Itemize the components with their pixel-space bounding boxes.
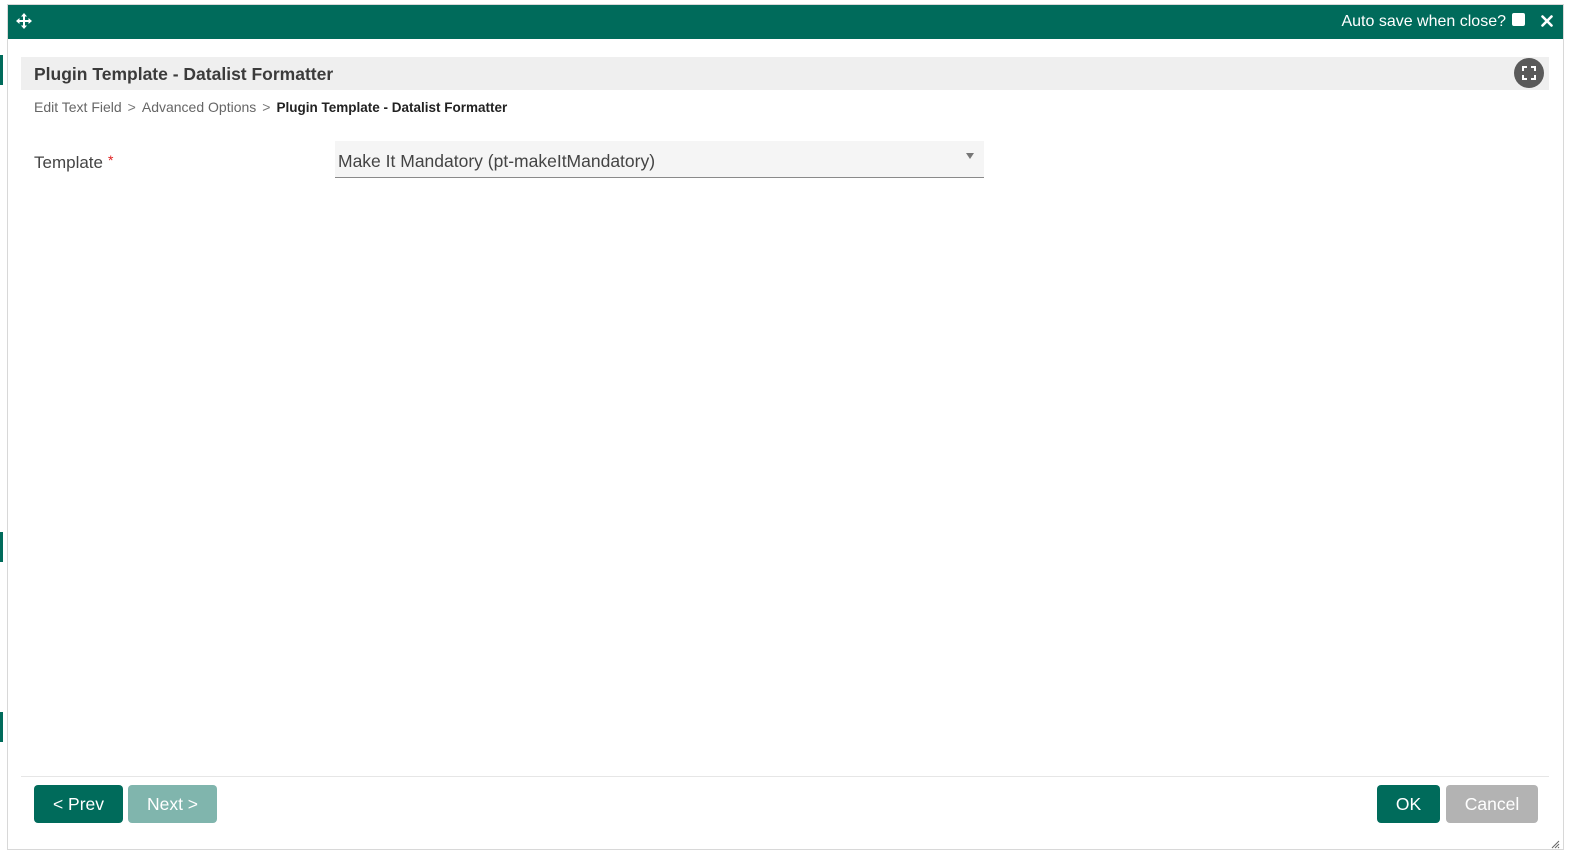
move-icon[interactable] xyxy=(15,12,33,30)
next-button[interactable]: Next > xyxy=(128,785,217,823)
template-select[interactable]: Make It Mandatory (pt-makeItMandatory) xyxy=(335,141,984,178)
cancel-button[interactable]: Cancel xyxy=(1446,785,1538,823)
breadcrumb-item-current: Plugin Template - Datalist Formatter xyxy=(276,99,508,115)
close-icon[interactable] xyxy=(1536,9,1558,33)
page-header: Plugin Template - Datalist Formatter xyxy=(21,57,1549,90)
prev-button[interactable]: < Prev xyxy=(34,785,123,823)
autosave-checkbox[interactable] xyxy=(1512,12,1525,26)
footer-divider xyxy=(21,776,1549,777)
fullscreen-icon[interactable] xyxy=(1514,58,1544,88)
dropdown-arrow-icon xyxy=(966,153,974,159)
resize-grip-icon[interactable] xyxy=(1550,836,1560,849)
breadcrumb-separator: > xyxy=(262,99,271,115)
required-mark: * xyxy=(107,152,114,168)
template-select-value: Make It Mandatory (pt-makeItMandatory) xyxy=(338,151,656,171)
dialog-titlebar: Auto save when close? xyxy=(8,5,1563,39)
template-label-text: Template xyxy=(34,153,103,172)
background-edge-3 xyxy=(0,712,3,742)
template-label: Template * xyxy=(34,152,113,173)
page-title: Plugin Template - Datalist Formatter xyxy=(34,64,334,84)
plugin-dialog: Auto save when close? Plugin Template - … xyxy=(7,4,1564,850)
background-edge-1 xyxy=(0,55,3,85)
autosave-control: Auto save when close? xyxy=(1341,12,1525,31)
breadcrumb-item-advanced-options[interactable]: Advanced Options xyxy=(142,99,256,115)
breadcrumb: Edit Text Field > Advanced Options > Plu… xyxy=(34,99,507,115)
breadcrumb-separator: > xyxy=(127,99,136,115)
template-form-row: Template * Make It Mandatory (pt-makeItMa… xyxy=(34,141,994,183)
autosave-label: Auto save when close? xyxy=(1341,13,1506,30)
ok-button[interactable]: OK xyxy=(1377,785,1440,823)
background-edge-2 xyxy=(0,532,3,562)
breadcrumb-item-edit-text-field[interactable]: Edit Text Field xyxy=(34,99,122,115)
